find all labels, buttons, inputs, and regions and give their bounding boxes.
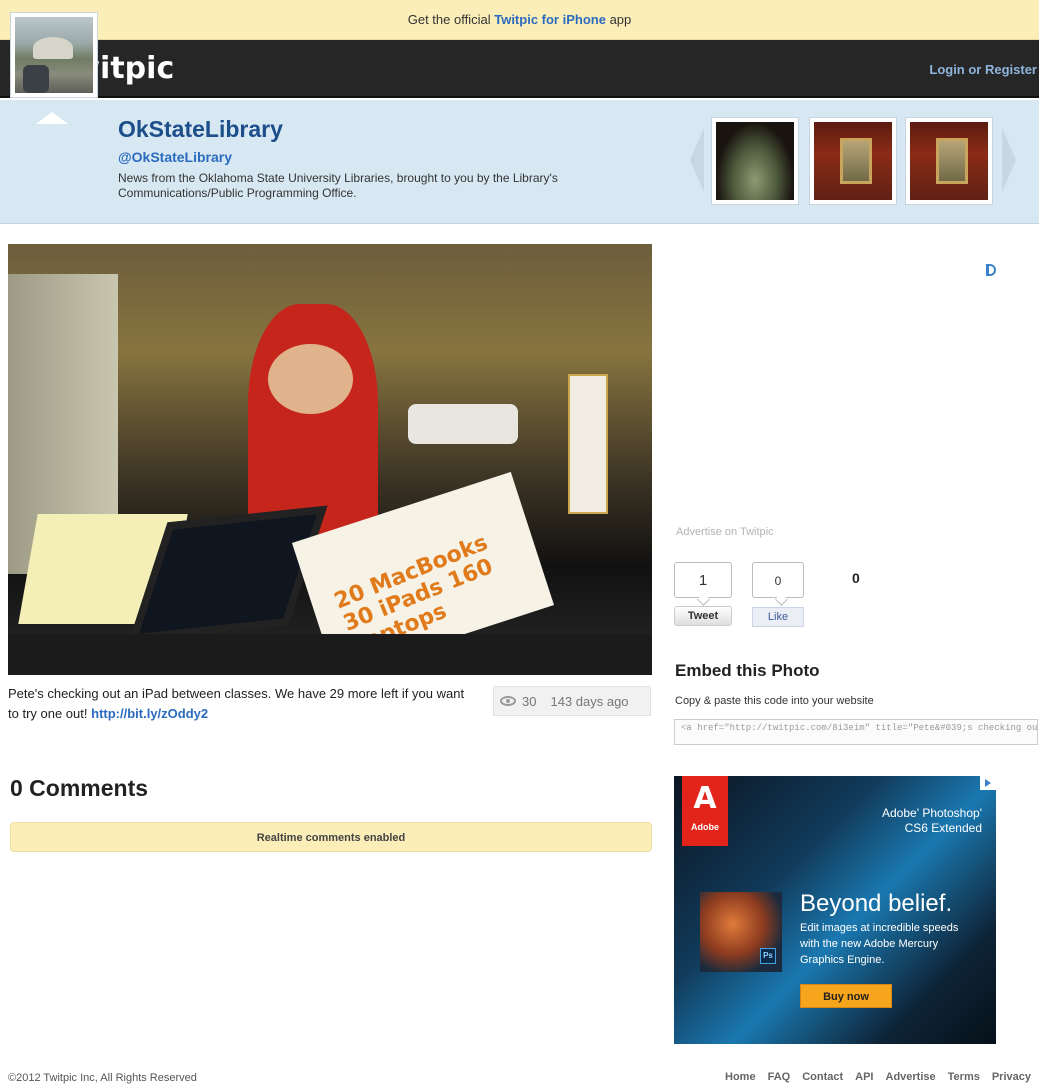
footer-link-advertise[interactable]: Advertise — [886, 1071, 936, 1083]
caption-link[interactable]: http://bit.ly/zOddy2 — [91, 706, 208, 721]
carousel-prev-arrow[interactable] — [690, 128, 704, 192]
login-register-link[interactable]: Login or Register — [929, 62, 1037, 77]
adobe-logo: A Adobe — [682, 776, 728, 846]
photo-thumbnail[interactable] — [905, 117, 993, 205]
view-count: 30 — [522, 693, 537, 709]
site-header: twitpic Login or Register — [0, 40, 1039, 98]
ad-product-line2: CS6 Extended — [904, 821, 982, 835]
thumbnail-image — [910, 122, 988, 200]
photoshop-icon: Ps — [760, 948, 776, 964]
caption-text: Pete's checking out an iPad between clas… — [8, 686, 465, 721]
avatar-image — [15, 17, 93, 93]
footer-links: Home FAQ Contact API Advertise Terms Pri… — [725, 1071, 1031, 1083]
adobe-logo-text: Adobe — [691, 822, 719, 832]
tweet-button[interactable]: Tweet — [674, 606, 732, 626]
photo-pete-head — [268, 344, 353, 414]
photo-caption: Pete's checking out an iPad between clas… — [8, 684, 478, 724]
main-photo[interactable]: 20 MacBooks 30 iPads 160 Laptops — [8, 244, 652, 675]
photo-age: 143 days ago — [550, 693, 629, 709]
footer-link-terms[interactable]: Terms — [948, 1071, 980, 1083]
embed-code-field[interactable]: <a href="http://twitpic.com/8i3eim" titl… — [674, 719, 1038, 745]
ad-headline: Beyond belief. — [800, 890, 953, 917]
avatar-pointer — [36, 112, 68, 124]
tweet-count-bubble: 1 — [674, 562, 732, 598]
photo-display-card — [568, 374, 608, 514]
advertise-link[interactable]: Advertise on Twitpic — [676, 526, 774, 538]
thumbnail-image — [814, 122, 892, 200]
footer-link-contact[interactable]: Contact — [802, 1071, 843, 1083]
footer-link-home[interactable]: Home — [725, 1071, 756, 1083]
realtime-comments-notice: Realtime comments enabled — [10, 822, 652, 852]
embed-title: Embed this Photo — [675, 661, 820, 680]
footer-link-faq[interactable]: FAQ — [768, 1071, 791, 1083]
photo-thumbnail[interactable] — [711, 117, 799, 205]
app-promo-banner: Get the official Twitpic for iPhone app — [0, 0, 1039, 40]
photo-stats: 30 143 days ago — [493, 686, 651, 716]
copyright: ©2012 Twitpic Inc, All Rights Reserved — [8, 1072, 197, 1084]
ad-body: Edit images at incredible speeds with th… — [800, 922, 959, 966]
twitpic-iphone-link[interactable]: Twitpic for iPhone — [494, 12, 606, 27]
like-count-bubble: 0 — [752, 562, 804, 598]
carousel-next-arrow[interactable] — [1002, 128, 1016, 192]
promo-prefix: Get the official — [407, 12, 491, 27]
comments-title: 0 Comments — [10, 775, 149, 801]
adchoices-corner-icon[interactable] — [980, 776, 996, 790]
thumbnail-image — [716, 122, 794, 200]
eye-icon — [500, 696, 516, 706]
like-button[interactable]: Like — [752, 607, 804, 627]
plus-one-count: 0 — [852, 570, 860, 586]
adchoices-icon[interactable] — [986, 264, 996, 276]
footer-link-api[interactable]: API — [855, 1071, 873, 1083]
photo-counter — [8, 634, 652, 675]
ad-product-line1: Adobe' Photoshop' — [882, 806, 982, 820]
ad-product-name: Adobe' Photoshop' CS6 Extended — [882, 806, 982, 836]
photo-thumbnail[interactable] — [809, 117, 897, 205]
profile-handle[interactable]: @OkStateLibrary — [118, 149, 232, 165]
avatar[interactable] — [10, 12, 98, 98]
profile-bio: News from the Oklahoma State University … — [118, 171, 558, 200]
photo-phone — [408, 404, 518, 444]
footer-link-privacy[interactable]: Privacy — [992, 1071, 1031, 1083]
promo-suffix: app — [609, 12, 632, 27]
buy-now-button[interactable]: Buy now — [800, 984, 892, 1008]
adobe-logo-letter: A — [693, 781, 717, 816]
embed-subtitle: Copy & paste this code into your website — [675, 695, 874, 707]
adobe-ad-banner[interactable]: A Adobe Adobe' Photoshop' CS6 Extended P… — [674, 776, 996, 1044]
profile-name[interactable]: OkStateLibrary — [118, 116, 283, 143]
